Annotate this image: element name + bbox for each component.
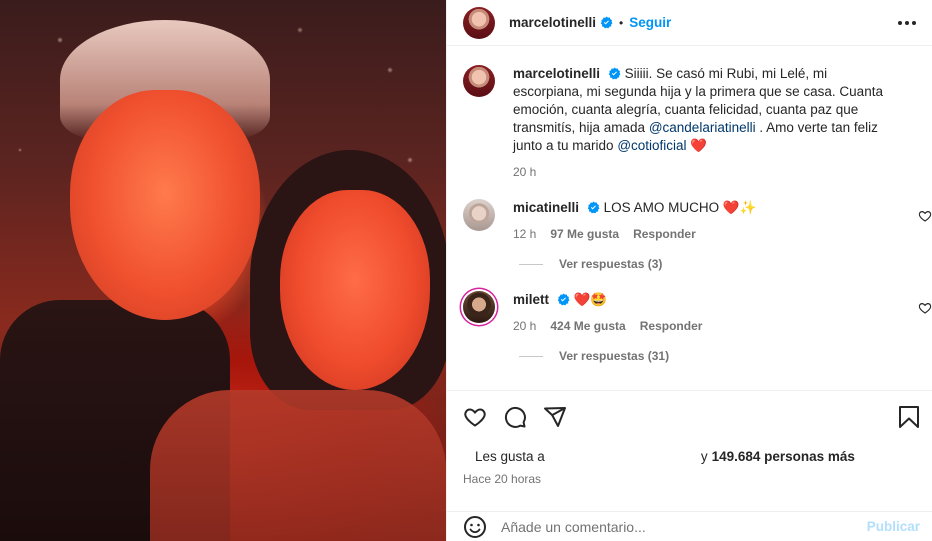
author-username[interactable]: marcelotinelli — [509, 15, 596, 30]
comment-likes[interactable]: 424 Me gusta — [550, 317, 625, 335]
reply-button[interactable]: Responder — [640, 317, 703, 335]
add-comment-bar: Añade un comentario... Publicar — [447, 511, 932, 541]
view-replies-label: Ver respuestas (31) — [559, 349, 670, 363]
reply-button[interactable]: Responder — [633, 225, 696, 243]
comment-emoji: ❤️🤩 — [573, 292, 608, 307]
replies-divider — [519, 355, 543, 357]
comment-username[interactable]: milett — [513, 292, 549, 307]
comment-meta: 12 h 97 Me gusta Responder — [513, 225, 756, 243]
post-actions: Les gusta a y 149.684 personas más Hace … — [447, 390, 932, 486]
mention-link[interactable]: @cotioficial — [617, 138, 686, 153]
separator-dot: • — [619, 15, 624, 30]
commenter-avatar[interactable] — [463, 291, 495, 323]
caption-meta: 20 h — [513, 163, 892, 181]
comment-meta: 20 h 424 Me gusta Responder — [513, 317, 702, 335]
comment-time[interactable]: 12 h — [513, 225, 536, 243]
more-options-icon[interactable] — [896, 12, 918, 34]
verified-badge-icon — [600, 16, 613, 29]
comment-body: milett ❤️🤩 20 h 424 Me gusta Responder — [513, 291, 702, 335]
photo-person-1-face — [70, 90, 260, 320]
emoji-icon[interactable] — [463, 515, 487, 539]
like-heart-icon[interactable] — [463, 405, 487, 429]
photo-person-2-dress — [150, 390, 446, 541]
verified-badge-icon — [587, 201, 600, 214]
verified-badge-icon — [557, 293, 570, 306]
view-replies-label: Ver respuestas (3) — [559, 257, 663, 271]
caption-time[interactable]: 20 h — [513, 163, 536, 181]
likes-conjunction: y — [700, 449, 708, 464]
likes-prefix: Les gusta a — [475, 449, 545, 464]
instagram-post: marcelotinelli • Seguir marcelotinelli S… — [0, 0, 932, 541]
comment-icon[interactable] — [503, 405, 527, 429]
commenter-avatar[interactable] — [463, 199, 495, 231]
replies-divider — [519, 263, 543, 265]
post-side-panel: marcelotinelli • Seguir marcelotinelli S… — [446, 0, 932, 541]
photo-person-2-face — [280, 190, 430, 390]
likes-summary: Les gusta a y 149.684 personas más — [463, 449, 920, 464]
save-bookmark-icon[interactable] — [898, 405, 920, 429]
likes-count[interactable]: 149.684 personas más — [712, 449, 855, 464]
publish-button[interactable]: Publicar — [867, 519, 920, 534]
like-comment-heart-icon[interactable] — [918, 301, 932, 315]
comment-username[interactable]: micatinelli — [513, 200, 579, 215]
comments-list[interactable]: marcelotinelli Siiiii. Se casó mi Rubi, … — [447, 47, 932, 390]
caption: marcelotinelli Siiiii. Se casó mi Rubi, … — [463, 65, 932, 181]
verified-badge-icon — [608, 67, 621, 80]
view-replies-button[interactable]: Ver respuestas (3) — [519, 257, 932, 271]
caption-body: marcelotinelli Siiiii. Se casó mi Rubi, … — [513, 65, 892, 181]
comment-item: micatinelli LOS AMO MUCHO ❤️✨ 12 h 97 Me… — [463, 199, 932, 243]
comment-body: micatinelli LOS AMO MUCHO ❤️✨ 12 h 97 Me… — [513, 199, 756, 243]
comment-item: milett ❤️🤩 20 h 424 Me gusta Responder — [463, 291, 932, 335]
author-avatar[interactable] — [463, 6, 495, 39]
follow-button[interactable]: Seguir — [629, 15, 671, 30]
comment-input[interactable]: Añade un comentario... — [501, 519, 646, 535]
comment-text: LOS AMO MUCHO — [603, 200, 720, 215]
heart-emoji: ❤️ — [690, 138, 708, 153]
comment-likes[interactable]: 97 Me gusta — [550, 225, 619, 243]
caption-author-avatar[interactable] — [463, 65, 495, 97]
post-timestamp[interactable]: Hace 20 horas — [463, 472, 920, 486]
post-header: marcelotinelli • Seguir — [447, 0, 932, 46]
share-icon[interactable] — [543, 405, 567, 429]
caption-username[interactable]: marcelotinelli — [513, 66, 600, 81]
like-comment-heart-icon[interactable] — [918, 209, 932, 223]
mention-link[interactable]: @candelariatinelli — [649, 120, 756, 135]
post-photo[interactable] — [0, 0, 446, 541]
comment-emoji: ❤️✨ — [722, 200, 757, 215]
view-replies-button[interactable]: Ver respuestas (31) — [519, 349, 932, 363]
action-icons — [463, 405, 920, 429]
comment-time[interactable]: 20 h — [513, 317, 536, 335]
